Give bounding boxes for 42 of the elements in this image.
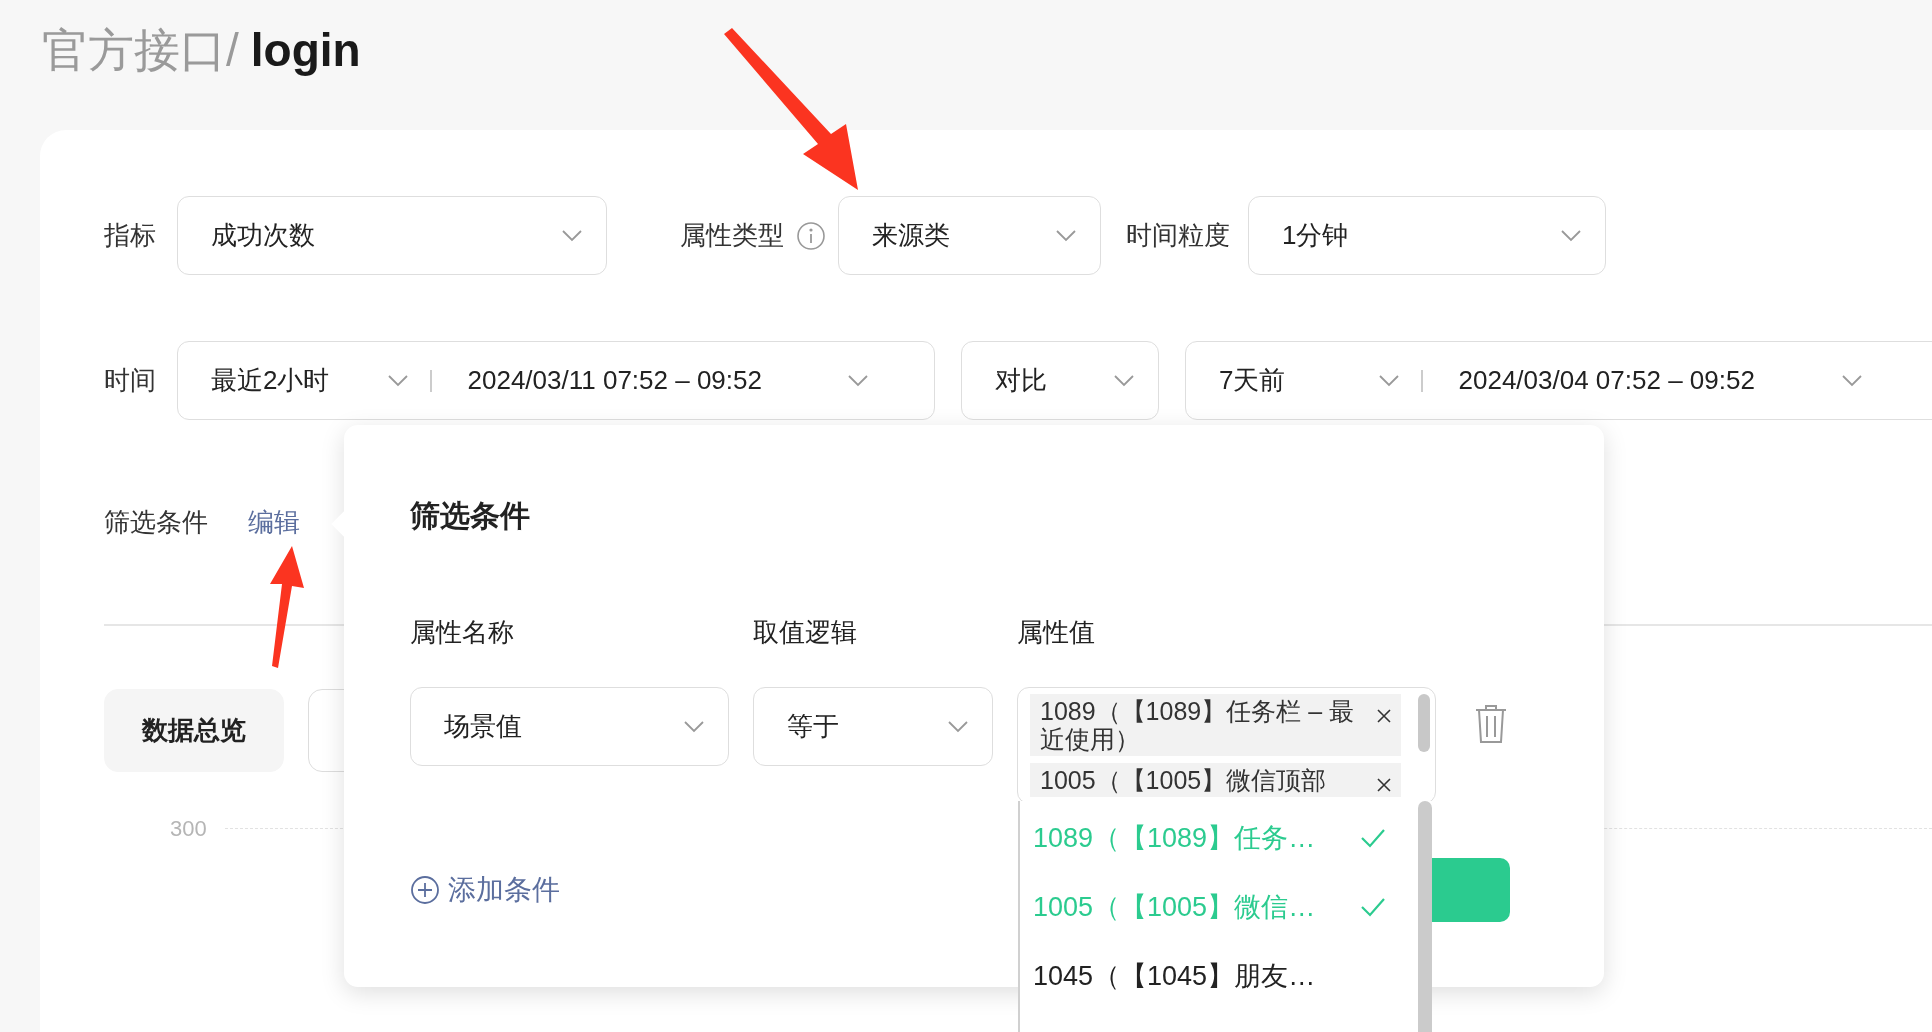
caret-icon bbox=[1379, 374, 1399, 387]
date-range-field[interactable]: 7天前 2024/03/04 07:52 – 09:52 bbox=[1185, 341, 1932, 420]
caret-icon bbox=[388, 374, 408, 387]
column-header: 属性值 bbox=[1017, 616, 1095, 649]
caret-icon bbox=[847, 374, 868, 387]
date-range-field[interactable]: 最近2小时 2024/03/11 07:52 – 09:52 bbox=[177, 341, 935, 420]
caret-icon bbox=[684, 720, 704, 733]
field-label: 筛选条件 bbox=[104, 506, 208, 539]
dropdown-field[interactable]: 场景值 bbox=[410, 687, 729, 766]
popover-title: 筛选条件 bbox=[410, 498, 531, 534]
add-condition-link[interactable]: 添加条件 bbox=[410, 871, 560, 909]
scrollbar[interactable] bbox=[1418, 801, 1432, 1032]
caret-icon bbox=[562, 229, 582, 242]
page-title: login bbox=[250, 24, 361, 76]
dropdown-field[interactable]: 成功次数 bbox=[177, 196, 607, 275]
view-tab[interactable]: 数据总览 bbox=[104, 688, 284, 772]
caret-icon bbox=[948, 720, 968, 733]
tag-text: 1089（【1089】任务栏 – 最近使用） bbox=[1040, 697, 1356, 753]
dropdown-field[interactable]: 来源类 bbox=[838, 196, 1101, 275]
column-header: 属性名称 bbox=[410, 616, 515, 649]
edit-link[interactable]: 编辑 bbox=[248, 505, 300, 540]
caret-icon bbox=[1561, 229, 1581, 242]
field-label: 时间粒度 bbox=[1126, 219, 1230, 252]
check-icon bbox=[1360, 896, 1386, 917]
dropdown-field[interactable]: 1分钟 bbox=[1248, 196, 1606, 275]
close-icon bbox=[1377, 709, 1391, 723]
tag-text: 1005（【1005】微信顶部 bbox=[1040, 766, 1328, 794]
caret-icon bbox=[1114, 374, 1134, 387]
dropdown-field[interactable]: 对比 bbox=[961, 341, 1159, 420]
column-header: 取值逻辑 bbox=[753, 616, 858, 649]
plus-circle-icon bbox=[410, 875, 440, 905]
caret-icon bbox=[1841, 374, 1862, 387]
close-icon bbox=[1377, 778, 1391, 792]
axis-label: 300 bbox=[170, 815, 207, 842]
field-label: 指标 bbox=[104, 219, 156, 252]
check-icon bbox=[1360, 827, 1386, 848]
field-label: 属性类型 bbox=[680, 219, 784, 252]
dropdown-field[interactable]: 等于 bbox=[753, 687, 993, 766]
caret-icon bbox=[1056, 229, 1076, 242]
trash-icon bbox=[1474, 704, 1508, 744]
field-label: 时间 bbox=[104, 364, 156, 397]
scrollbar[interactable] bbox=[1418, 694, 1430, 752]
